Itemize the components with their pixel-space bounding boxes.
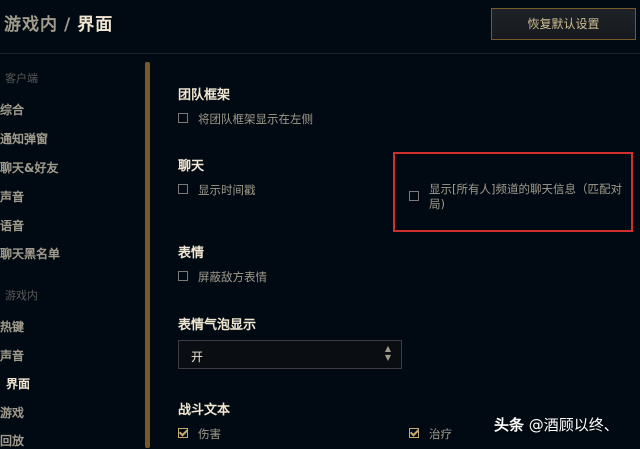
show-timestamp-checkbox[interactable] [178, 184, 188, 194]
sidebar-item-ingame-sound[interactable]: 声音 [0, 347, 24, 364]
emote-bubble-value: 开 [191, 350, 204, 364]
sidebar-item-replay[interactable]: 回放 [0, 432, 24, 449]
show-timestamp-option[interactable]: 显示时间戳 [178, 182, 256, 198]
mute-enemy-emotes-label: 屏蔽敌方表情 [198, 270, 267, 284]
sidebar-item-client-sound[interactable]: 声音 [0, 188, 24, 205]
watermark-handle: @酒顾以终、 [528, 416, 619, 434]
mute-enemy-emotes-option[interactable]: 屏蔽敌方表情 [178, 269, 267, 285]
combat-text-heal-checkbox[interactable] [409, 428, 419, 438]
section-title-emote-bubble: 表情气泡显示 [178, 318, 257, 333]
team-frame-left-label: 将团队框架显示在左侧 [198, 112, 313, 126]
team-frame-left-checkbox[interactable] [178, 113, 188, 123]
watermark: 头条 @酒顾以终、 [494, 414, 619, 435]
mute-enemy-emotes-checkbox[interactable] [178, 271, 188, 281]
sidebar-group-client: 客户端 [5, 72, 38, 85]
sidebar-item-interface[interactable]: 界面 [6, 375, 30, 392]
combat-text-damage-label: 伤害 [198, 427, 221, 441]
section-title-combat-text: 战斗文本 [178, 403, 231, 418]
sidebar-item-general[interactable]: 综合 [0, 101, 24, 118]
sidebar-group-ingame: 游戏内 [5, 289, 38, 302]
emote-bubble-dropdown[interactable]: 开 ▲ ▼ [178, 340, 402, 369]
page-title: 界面 [77, 15, 114, 35]
restore-defaults-button[interactable]: 恢复默认设置 [491, 8, 636, 40]
team-frame-left-option[interactable]: 将团队框架显示在左侧 [178, 111, 313, 127]
sidebar-item-hotkeys[interactable]: 热键 [0, 318, 24, 335]
sidebar-item-chat-blocklist[interactable]: 聊天黑名单 [0, 245, 60, 262]
combat-text-damage-option[interactable]: 伤害 [178, 426, 221, 442]
section-title-team-frame: 团队框架 [178, 88, 231, 103]
breadcrumb-parent[interactable]: 游戏内 [4, 15, 58, 35]
scrollbar-track[interactable] [145, 62, 150, 448]
combat-text-damage-checkbox[interactable] [178, 428, 188, 438]
sidebar-item-voice[interactable]: 语音 [0, 217, 24, 234]
chevron-up-down-icon: ▲ ▼ [384, 344, 391, 362]
show-timestamp-label: 显示时间戳 [198, 183, 256, 197]
sidebar-item-game[interactable]: 游戏 [0, 404, 24, 421]
section-title-chat: 聊天 [178, 159, 205, 174]
combat-text-heal-option[interactable]: 治疗 [409, 426, 452, 442]
sidebar-item-notifications[interactable]: 通知弹窗 [0, 130, 48, 147]
settings-sidebar: 客户端 综合 通知弹窗 聊天&好友 声音 语音 聊天黑名单 游戏内 热键 声音 … [0, 54, 140, 448]
watermark-brand: 头条 [494, 416, 525, 434]
scrollbar-thumb[interactable] [145, 62, 150, 448]
combat-text-heal-label: 治疗 [429, 427, 452, 441]
sidebar-item-chat-friends[interactable]: 聊天&好友 [0, 159, 58, 176]
breadcrumb: 游戏内 / 界面 [4, 10, 113, 35]
breadcrumb-separator: / [64, 15, 72, 35]
highlight-annotation-box [393, 152, 633, 232]
section-title-emotes: 表情 [178, 246, 205, 261]
